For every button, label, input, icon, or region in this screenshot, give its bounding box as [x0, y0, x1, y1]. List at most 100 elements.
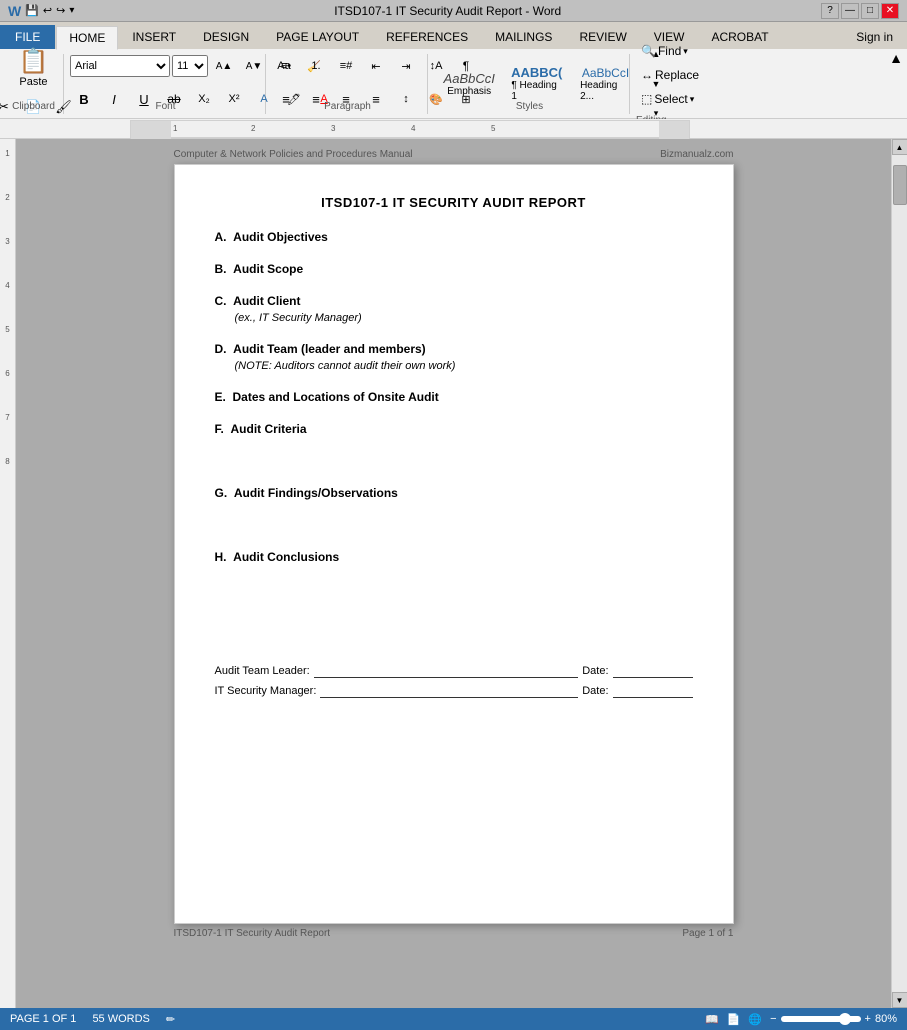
view-web-button[interactable]: 🌐: [748, 1013, 762, 1026]
style-emphasis[interactable]: AaBbCcI Emphasis: [438, 68, 500, 100]
manager-signature-line: [320, 684, 578, 698]
maximize-button[interactable]: □: [861, 3, 879, 19]
tab-home[interactable]: HOME: [56, 26, 118, 50]
page-count: PAGE 1 OF 1: [10, 1013, 76, 1026]
find-icon: 🔍: [641, 44, 656, 58]
section-h: H. Audit Conclusions: [215, 550, 693, 564]
scroll-down-button[interactable]: ▼: [892, 992, 907, 1008]
word-icon: W: [8, 3, 21, 19]
numbering-button[interactable]: 1.: [302, 52, 330, 80]
bullets-button[interactable]: ≡•: [272, 52, 300, 80]
header-right: Bizmanualz.com: [660, 149, 733, 160]
section-e: E. Dates and Locations of Onsite Audit: [215, 390, 693, 404]
section-c-heading: C. Audit Client: [215, 294, 693, 308]
leader-sig-line: Audit Team Leader: Date:: [215, 664, 693, 678]
select-button[interactable]: ⬚ Select ▾: [636, 89, 699, 109]
document-title: ITSD107-1 IT SECURITY AUDIT REPORT: [215, 195, 693, 210]
increase-indent-button[interactable]: ⇥: [392, 52, 420, 80]
heading2-label: Heading 2...: [580, 80, 631, 102]
select-dropdown-icon: ▾: [690, 94, 695, 105]
paragraph-group: ≡• 1. ≡# ⇤ ⇥ ↕A ¶ ≡ ≡ ≡ ≡ ↕ 🎨 ⊞ Paragrap…: [268, 54, 428, 114]
section-d: D. Audit Team (leader and members) (NOTE…: [215, 342, 693, 372]
heading2-preview: AaBbCcI: [582, 66, 629, 80]
heading1-preview: AABBC(: [511, 65, 562, 80]
section-d-heading: D. Audit Team (leader and members): [215, 342, 693, 356]
decrease-indent-button[interactable]: ⇤: [362, 52, 390, 80]
styles-group: AaBbCcI Emphasis AABBC( ¶ Heading 1 AaBb…: [430, 54, 630, 114]
zoom-thumb[interactable]: [839, 1013, 851, 1025]
section-a: A. Audit Objectives: [215, 230, 693, 244]
clipboard-group: 📋 Paste ✂ 📄 🖌 Clipboard: [4, 54, 64, 114]
close-button[interactable]: ✕: [881, 3, 899, 19]
document-header-bar: Computer & Network Policies and Procedur…: [174, 149, 734, 160]
decrease-font-button[interactable]: A▼: [240, 52, 268, 80]
scroll-track[interactable]: [892, 155, 907, 992]
paste-button[interactable]: 📋 Paste: [19, 47, 49, 88]
emphasis-preview: AaBbCcI: [444, 71, 495, 86]
quick-access-redo[interactable]: ↪: [56, 4, 65, 17]
tab-pagelayout[interactable]: PAGE LAYOUT: [263, 25, 372, 49]
multilevel-list-button[interactable]: ≡#: [332, 52, 360, 80]
document-area[interactable]: Computer & Network Policies and Procedur…: [16, 139, 891, 1008]
status-left: PAGE 1 OF 1 55 WORDS ✏: [10, 1013, 175, 1026]
section-g: G. Audit Findings/Observations: [215, 486, 693, 500]
tab-file[interactable]: FILE: [0, 25, 55, 49]
leader-label: Audit Team Leader:: [215, 665, 310, 677]
section-g-heading: G. Audit Findings/Observations: [215, 486, 693, 500]
document-page[interactable]: ITSD107-1 IT SECURITY AUDIT REPORT A. Au…: [174, 164, 734, 924]
ruler: 1 2 3 4 5: [0, 119, 907, 139]
document-footer-bar: ITSD107-1 IT Security Audit Report Page …: [174, 928, 734, 939]
zoom-slider[interactable]: [781, 1016, 861, 1022]
section-b: B. Audit Scope: [215, 262, 693, 276]
increase-font-button[interactable]: A▲: [210, 52, 238, 80]
manager-sig-line: IT Security Manager: Date:: [215, 684, 693, 698]
zoom-control[interactable]: − + 80%: [770, 1013, 897, 1025]
section-f-heading: F. Audit Criteria: [215, 422, 693, 436]
minimize-button[interactable]: —: [841, 3, 859, 19]
section-h-heading: H. Audit Conclusions: [215, 550, 693, 564]
left-ruler: 1 2 3 4 5 6 7 8: [0, 139, 16, 1008]
view-read-button[interactable]: 📖: [705, 1013, 719, 1026]
find-button[interactable]: 🔍 Find ▾: [636, 41, 693, 61]
section-e-heading: E. Dates and Locations of Onsite Audit: [215, 390, 693, 404]
scrollbar[interactable]: ▲ ▼: [891, 139, 907, 1008]
section-d-note: (NOTE: Auditors cannot audit their own w…: [235, 360, 693, 372]
footer-left: ITSD107-1 IT Security Audit Report: [174, 928, 331, 939]
word-count: 55 WORDS: [92, 1013, 149, 1026]
quick-access-undo[interactable]: ↩: [43, 4, 52, 17]
leader-date-label: Date:: [582, 665, 608, 677]
zoom-out-button[interactable]: −: [770, 1013, 776, 1025]
status-bar: PAGE 1 OF 1 55 WORDS ✏ 📖 📄 🌐 − + 80%: [0, 1008, 907, 1030]
help-button[interactable]: ?: [821, 3, 839, 19]
tab-design[interactable]: DESIGN: [190, 25, 262, 49]
status-right: 📖 📄 🌐 − + 80%: [705, 1013, 897, 1026]
quick-access-save[interactable]: 💾: [25, 4, 39, 17]
manager-label: IT Security Manager:: [215, 685, 317, 697]
view-print-button[interactable]: 📄: [727, 1013, 741, 1026]
zoom-level: 80%: [875, 1013, 897, 1025]
title-bar: W 💾 ↩ ↪ ▾ ITSD107-1 IT Security Audit Re…: [0, 0, 907, 22]
style-heading2[interactable]: AaBbCcI Heading 2...: [573, 63, 638, 105]
emphasis-label: Emphasis: [447, 86, 491, 97]
toolbar: 📋 Paste ✂ 📄 🖌 Clipboard Arial 11 12 A▲ A…: [0, 49, 907, 119]
section-c-note: (ex., IT Security Manager): [235, 312, 693, 324]
section-a-heading: A. Audit Objectives: [215, 230, 693, 244]
tab-acrobat[interactable]: ACROBAT: [698, 25, 781, 49]
content-area: 1 2 3 4 5 6 7 8 Computer & Network Polic…: [0, 139, 907, 1008]
scroll-thumb[interactable]: [893, 165, 907, 205]
scroll-up-button[interactable]: ▲: [892, 139, 907, 155]
replace-icon: ↔: [641, 68, 653, 82]
leader-signature-line: [314, 664, 579, 678]
replace-button[interactable]: ↔ Replace: [636, 65, 704, 85]
track-changes-icon[interactable]: ✏: [166, 1013, 175, 1026]
style-heading1[interactable]: AABBC( ¶ Heading 1: [504, 62, 569, 105]
tab-insert[interactable]: INSERT: [119, 25, 189, 49]
sign-in-link[interactable]: Sign in: [843, 25, 906, 49]
font-name-select[interactable]: Arial: [70, 55, 170, 77]
collapse-ribbon-button[interactable]: ▲: [889, 50, 903, 66]
font-size-select[interactable]: 11 12: [172, 55, 208, 77]
section-f: F. Audit Criteria: [215, 422, 693, 436]
manager-date-label: Date:: [582, 685, 608, 697]
signature-area: Audit Team Leader: Date: IT Security Man…: [215, 664, 693, 698]
zoom-in-button[interactable]: +: [865, 1013, 871, 1025]
